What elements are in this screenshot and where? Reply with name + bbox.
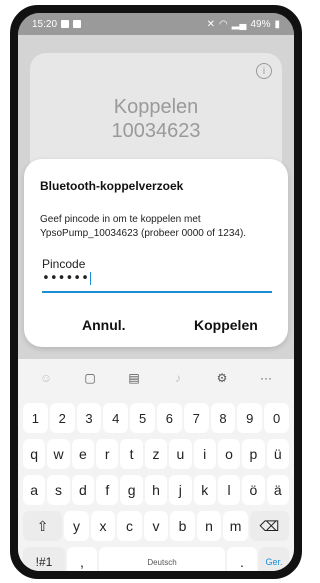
battery-percent: 49% [250,18,271,30]
space-key[interactable]: Deutsch [99,547,225,571]
key-l[interactable]: l [217,475,241,505]
key-q[interactable]: q [23,439,46,469]
key-x[interactable]: x [90,511,116,541]
dialog-message: Geef pincode in om te koppelen met YpsoP… [40,214,247,239]
pin-input[interactable]: •••••• [42,271,92,286]
backspace-key[interactable]: ⌫ [249,511,290,541]
key-o[interactable]: o [217,439,241,469]
settings-icon[interactable]: ⚙ [211,367,233,389]
key-e[interactable]: e [71,439,95,469]
number-row: 1 2 3 4 5 6 7 8 9 0 [22,403,290,433]
keyboard: ☺ ▢ ▤ ♪ ⚙ ··· 1 2 3 4 5 6 7 8 9 0 q w e … [18,359,294,571]
phone-frame: 15:20 ✕ ◠ ▂▄ 49% ▮ i Koppelen 10034623 B… [10,5,302,579]
keyboard-toolbar: ☺ ▢ ▤ ♪ ⚙ ··· [18,365,294,391]
pin-underline [42,291,272,293]
pin-value: •••••• [42,271,89,286]
key-a-umlaut[interactable]: ä [266,475,289,505]
info-icon[interactable]: i [256,63,272,79]
battery-icon: ▮ [274,18,280,30]
letter-row-3: ⇧ y x c v b n m ⌫ [22,511,290,541]
pairing-dialog: Bluetooth-koppelverzoek Geef pincode in … [24,159,288,347]
clipboard-icon[interactable]: ▤ [123,367,145,389]
pair-button[interactable]: Koppelen [194,317,258,333]
dialog-title: Bluetooth-koppelverzoek [40,179,184,193]
key-7[interactable]: 7 [183,403,209,433]
pairing-title-line2: 10034623 [111,120,201,142]
key-o-umlaut[interactable]: ö [242,475,265,505]
screen: 15:20 ✕ ◠ ▂▄ 49% ▮ i Koppelen 10034623 B… [18,13,294,571]
pin-label: Pincode [42,257,86,271]
key-6[interactable]: 6 [156,403,182,433]
key-j[interactable]: j [169,475,192,505]
key-z[interactable]: z [144,439,168,469]
key-1[interactable]: 1 [23,403,48,433]
key-t[interactable]: t [120,439,143,469]
bottom-row: !#1 , Deutsch . Ger. [22,547,290,571]
more-icon[interactable]: ··· [255,367,277,389]
wifi-icon: ◠ [218,18,228,30]
key-0[interactable]: 0 [264,403,289,433]
pairing-title-line1: Koppelen [113,96,199,118]
pairing-title: Koppelen 10034623 [30,95,282,143]
mute-icon: ✕ [206,18,215,30]
symbols-key[interactable]: !#1 [23,547,65,571]
key-p[interactable]: p [242,439,265,469]
comma-key[interactable]: , [67,547,97,571]
key-u-umlaut[interactable]: ü [266,439,289,469]
key-m[interactable]: m [223,511,248,541]
cancel-button[interactable]: Annul. [82,317,126,333]
key-r[interactable]: r [96,439,119,469]
key-8[interactable]: 8 [210,403,236,433]
letter-row-1: q w e r t z u i o p ü [22,439,290,469]
key-a[interactable]: a [23,475,46,505]
shift-key[interactable]: ⇧ [23,511,63,541]
key-h[interactable]: h [144,475,168,505]
status-time: 15:20 [32,18,58,30]
key-d[interactable]: d [71,475,95,505]
letter-row-2: a s d f g h j k l ö ä [22,475,290,505]
go-key[interactable]: Ger. [259,547,289,571]
period-key[interactable]: . [227,547,257,571]
backspace-icon: ⌫ [259,517,280,534]
key-b[interactable]: b [170,511,195,541]
key-5[interactable]: 5 [130,403,155,433]
sticker-icon[interactable]: ▢ [79,367,101,389]
key-2[interactable]: 2 [49,403,75,433]
signal-icon: ▂▄ [231,18,247,30]
emoji-icon[interactable]: ☺ [35,367,57,389]
key-g[interactable]: g [120,475,143,505]
mic-icon[interactable]: ♪ [167,367,189,389]
key-u[interactable]: u [169,439,192,469]
key-3[interactable]: 3 [76,403,102,433]
text-caret [89,272,92,285]
notification-icon [61,20,70,28]
key-i[interactable]: i [193,439,216,469]
key-s[interactable]: s [47,475,70,505]
key-n[interactable]: n [196,511,222,541]
key-y[interactable]: y [64,511,89,541]
shift-icon: ⇧ [36,517,49,534]
key-w[interactable]: w [47,439,70,469]
key-k[interactable]: k [193,475,216,505]
key-c[interactable]: c [117,511,142,541]
status-bar: 15:20 ✕ ◠ ▂▄ 49% ▮ [18,13,294,35]
key-v[interactable]: v [143,511,169,541]
notification-check-icon [73,20,82,28]
key-f[interactable]: f [96,475,119,505]
key-9[interactable]: 9 [237,403,263,433]
key-4[interactable]: 4 [103,403,129,433]
